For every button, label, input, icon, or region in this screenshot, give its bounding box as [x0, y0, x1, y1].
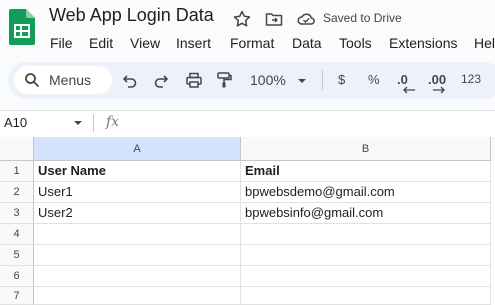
- number-format-button[interactable]: 123: [461, 72, 481, 86]
- decrease-decimal-button[interactable]: .0: [397, 72, 408, 87]
- row-header[interactable]: 5: [0, 245, 34, 266]
- cell-b7[interactable]: [241, 287, 491, 305]
- cell-a5[interactable]: [34, 245, 241, 266]
- menu-format[interactable]: Format: [230, 35, 274, 51]
- row-header[interactable]: 1: [0, 161, 34, 182]
- row-header[interactable]: 4: [0, 224, 34, 245]
- row-header[interactable]: 3: [0, 203, 34, 224]
- chevron-down-icon[interactable]: [73, 118, 83, 128]
- star-icon[interactable]: [232, 9, 252, 29]
- cell-b3[interactable]: bpwebsinfo@gmail.com: [241, 203, 491, 224]
- cell-b4[interactable]: [241, 224, 491, 245]
- menu-extensions[interactable]: Extensions: [389, 35, 457, 51]
- menu-data[interactable]: Data: [292, 35, 322, 51]
- menu-edit[interactable]: Edit: [89, 35, 113, 51]
- cell-b5[interactable]: [241, 245, 491, 266]
- menu-file[interactable]: File: [50, 35, 73, 51]
- menu-help[interactable]: Help: [474, 35, 495, 51]
- fx-icon: fx: [106, 114, 120, 130]
- row-header[interactable]: 6: [0, 266, 34, 287]
- redo-icon[interactable]: [152, 71, 170, 89]
- document-title[interactable]: Web App Login Data: [49, 5, 214, 26]
- move-folder-icon[interactable]: [264, 9, 284, 29]
- column-header-a[interactable]: A: [34, 137, 241, 161]
- cell-b2[interactable]: bpwebsdemo@gmail.com: [241, 182, 491, 203]
- percent-format-button[interactable]: %: [368, 72, 380, 87]
- select-all-corner[interactable]: [0, 137, 34, 161]
- menus-search-label: Menus: [49, 72, 92, 88]
- cell-a2[interactable]: User1: [34, 182, 241, 203]
- name-box[interactable]: A10: [4, 115, 27, 130]
- currency-format-button[interactable]: $: [338, 72, 345, 87]
- cell-a3[interactable]: User2: [34, 203, 241, 224]
- save-status: Saved to Drive: [323, 11, 402, 25]
- cell-a1[interactable]: User Name: [34, 161, 241, 182]
- column-header-b[interactable]: B: [241, 137, 491, 161]
- sheets-logo-icon[interactable]: [9, 9, 35, 45]
- increase-decimal-button[interactable]: .00: [428, 72, 446, 87]
- undo-icon[interactable]: [121, 71, 139, 89]
- zoom-select[interactable]: 100%: [250, 72, 286, 88]
- row-header[interactable]: 2: [0, 182, 34, 203]
- cell-a6[interactable]: [34, 266, 241, 287]
- cell-b1[interactable]: Email: [241, 161, 491, 182]
- cell-a7[interactable]: [34, 287, 241, 305]
- cell-a4[interactable]: [34, 224, 241, 245]
- arrow-right-icon: [433, 86, 445, 94]
- column-header-c[interactable]: [491, 137, 495, 161]
- arrow-left-icon: [403, 86, 415, 94]
- menu-insert[interactable]: Insert: [176, 35, 211, 51]
- menu-tools[interactable]: Tools: [339, 35, 372, 51]
- paint-format-icon[interactable]: [215, 71, 233, 89]
- menu-view[interactable]: View: [130, 35, 160, 51]
- search-icon: [25, 73, 40, 88]
- cloud-saved-icon[interactable]: [296, 9, 316, 29]
- cell-b6[interactable]: [241, 266, 491, 287]
- print-icon[interactable]: [185, 71, 203, 89]
- formula-bar-divider: [93, 114, 94, 132]
- chevron-down-icon[interactable]: [297, 76, 307, 86]
- row-header[interactable]: 7: [0, 287, 34, 305]
- toolbar-divider: [322, 70, 323, 90]
